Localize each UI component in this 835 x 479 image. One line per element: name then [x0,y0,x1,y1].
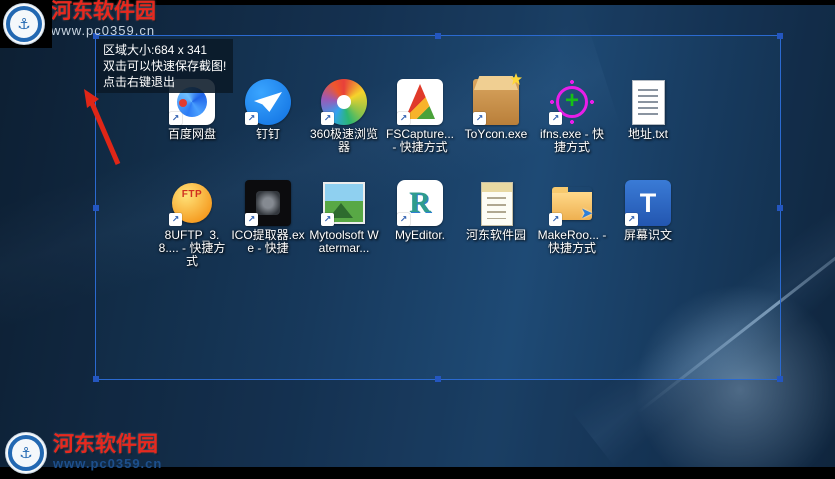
watermark-bottom: 河东软件园 www.pc0359.cn [2,429,162,474]
desktop[interactable]: 百度网盘 钉钉 360极速浏览器 FSCapture... - 快捷方式 ToY… [0,0,835,479]
tooltip-save-hint: 双击可以快速保存截图! [103,59,227,73]
site-name: 河东软件园 [53,432,158,456]
selection-handle-top-mid[interactable] [435,33,441,39]
selection-handle-mid-left[interactable] [93,204,99,211]
site-logo-icon [3,3,45,45]
selection-handle-bottom-left[interactable] [93,376,99,382]
selection-handle-top-right[interactable] [777,33,783,39]
annotation-arrow-icon [84,89,121,165]
site-name: 河东软件园 [51,0,156,23]
site-logo-icon [5,432,47,474]
selection-handle-mid-right[interactable] [777,204,783,211]
selection-handle-bottom-mid[interactable] [435,376,441,382]
selection-handle-bottom-right[interactable] [777,376,783,382]
site-url: www.pc0359.cn [53,455,163,471]
site-url: www.pc0359.cn [51,23,156,38]
watermark-top: 河东软件园 www.pc0359.cn [0,0,156,48]
